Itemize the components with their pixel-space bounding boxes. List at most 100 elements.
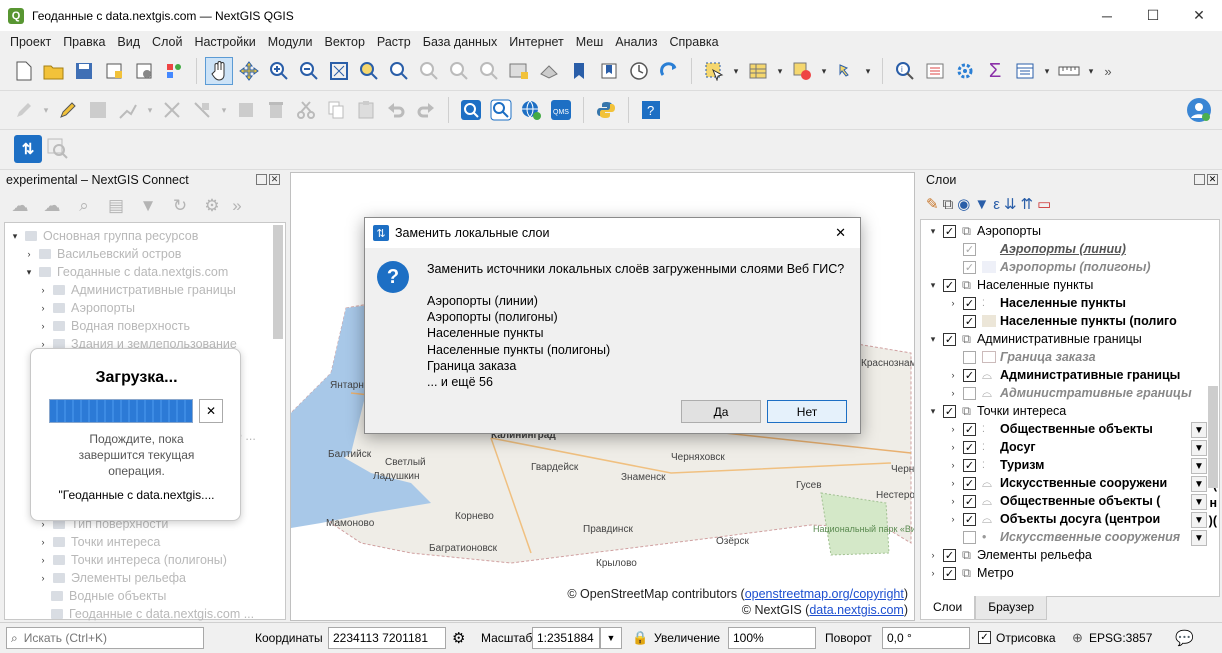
filter-legend-icon[interactable]: ▼: [974, 196, 989, 213]
minimize-button[interactable]: ─: [1084, 0, 1130, 31]
import-icon[interactable]: ☁: [6, 192, 34, 220]
layer-item[interactable]: › ✓ ⌓ Общественные объекты (: [947, 492, 1161, 510]
temporal-controller-icon[interactable]: [625, 57, 653, 85]
tree-item[interactable]: › Точки интереса: [37, 533, 161, 551]
layer-item[interactable]: › ✓ ⁚ Досуг: [947, 438, 1036, 456]
menu-analysis[interactable]: Анализ: [609, 35, 663, 49]
tab-browser[interactable]: Браузер: [975, 596, 1047, 620]
undo-icon[interactable]: [382, 96, 410, 124]
zoom-out-icon[interactable]: [295, 57, 323, 85]
select-dropdown-icon[interactable]: ▾: [730, 57, 742, 85]
tree-item[interactable]: › Элементы рельефа: [37, 569, 186, 587]
layer-item[interactable]: › ✓ ⌓ Административные границы: [947, 366, 1181, 384]
expression-filter-icon[interactable]: ε: [993, 196, 1000, 213]
layer-item[interactable]: ✓ Аэропорты (полигоны): [947, 258, 1151, 276]
zoom-native-icon[interactable]: [415, 57, 443, 85]
close-panel-icon[interactable]: ✕: [269, 174, 280, 185]
measure-dropdown-icon[interactable]: ▾: [1085, 57, 1097, 85]
menu-layer[interactable]: Слой: [146, 35, 188, 49]
filter-indicator-icon[interactable]: ▼: [1191, 512, 1207, 528]
maximize-button[interactable]: ☐: [1130, 0, 1176, 31]
no-button[interactable]: Нет: [767, 400, 847, 423]
layers-scrollbar[interactable]: [1208, 386, 1218, 488]
tree-item[interactable]: › Точки интереса (полигоны): [37, 551, 227, 569]
tree-item[interactable]: Водные объекты: [51, 587, 166, 605]
attribute-table-icon[interactable]: [744, 57, 772, 85]
digitize-dropdown-icon[interactable]: ▾: [144, 96, 156, 124]
user-account-icon[interactable]: [1186, 97, 1212, 126]
layer-group[interactable]: ▾ ✓ ⧉ Аэропорты: [927, 222, 1041, 240]
coords-toggle-icon[interactable]: ⚙: [452, 629, 465, 647]
sync-search-icon[interactable]: [44, 135, 72, 163]
attribute-dropdown-icon[interactable]: ▾: [774, 57, 786, 85]
scale-field[interactable]: 1:2351884: [532, 627, 600, 649]
tab-layers[interactable]: Слои: [920, 596, 976, 620]
close-layers-icon[interactable]: ✕: [1207, 174, 1218, 185]
zoom-last-icon[interactable]: [445, 57, 473, 85]
zoom-full-icon[interactable]: [325, 57, 353, 85]
magnifier-field[interactable]: 100%: [728, 627, 816, 649]
new-3d-view-icon[interactable]: [535, 57, 563, 85]
menu-view[interactable]: Вид: [111, 35, 146, 49]
add-group-icon[interactable]: ⧉: [943, 196, 954, 213]
yes-button[interactable]: Да: [681, 400, 761, 423]
menu-project[interactable]: Проект: [4, 35, 57, 49]
show-bookmarks-icon[interactable]: [595, 57, 623, 85]
menu-mesh[interactable]: Меш: [570, 35, 610, 49]
messages-icon[interactable]: 💬: [1175, 629, 1194, 647]
loading-cancel-button[interactable]: ✕: [199, 399, 223, 423]
menu-settings[interactable]: Настройки: [188, 35, 261, 49]
style-panel-icon[interactable]: ✎: [926, 195, 939, 213]
tree-item[interactable]: › Административные границы: [37, 281, 236, 299]
toggle-editing-icon[interactable]: [54, 96, 82, 124]
measure-line-icon[interactable]: [1055, 57, 1083, 85]
tree-item[interactable]: Геоданные с data.nextgis.com ...: [51, 605, 254, 623]
scale-dropdown-icon[interactable]: ▼: [600, 627, 622, 649]
zoom-in-icon[interactable]: [265, 57, 293, 85]
layer-group[interactable]: › ✓ ⧉ Метро: [927, 564, 1014, 582]
layer-item[interactable]: • Искусственные сооружения: [947, 528, 1180, 546]
toolbar-overflow-icon[interactable]: »: [1099, 57, 1117, 85]
export-icon[interactable]: ☁: [38, 192, 66, 220]
crs-label[interactable]: EPSG:3857: [1089, 631, 1152, 645]
layer-item[interactable]: › ✓ ⁚ Туризм: [947, 456, 1045, 474]
dialog-close-button[interactable]: ✕: [835, 225, 846, 241]
connect-overflow-icon[interactable]: »: [230, 192, 244, 220]
select-features-icon[interactable]: [700, 57, 728, 85]
expand-all-icon[interactable]: ⇊: [1004, 195, 1017, 213]
coords-field[interactable]: 2234113 7201181: [328, 627, 446, 649]
osm-copyright-link[interactable]: openstreetmap.org/copyright: [745, 587, 904, 601]
nextgis-link[interactable]: data.nextgis.com: [809, 603, 904, 617]
rotation-field[interactable]: 0,0 °: [882, 627, 970, 649]
tree-item[interactable]: › Васильевский остров: [23, 245, 182, 263]
deselect-dropdown-icon[interactable]: ▾: [818, 57, 830, 85]
pan-map-icon[interactable]: [205, 57, 233, 85]
tree-item[interactable]: › Водная поверхность: [37, 317, 190, 335]
modify-dropdown-icon[interactable]: ▾: [218, 96, 230, 124]
redo-icon[interactable]: [412, 96, 440, 124]
layer-item[interactable]: › ⌓ Административные границы: [947, 384, 1192, 402]
menu-database[interactable]: База данных: [417, 35, 503, 49]
layer-item[interactable]: ✓ Аэропорты (линии): [947, 240, 1126, 258]
menu-raster[interactable]: Растр: [371, 35, 417, 49]
filter-indicator-icon[interactable]: ▼: [1191, 494, 1207, 510]
tree-item[interactable]: ▾ Основная группа ресурсов: [9, 227, 199, 245]
tree-item[interactable]: › Аэропорты: [37, 299, 136, 317]
layer-group[interactable]: › ✓ ⧉ Элементы рельефа: [927, 546, 1092, 564]
filter-indicator-icon[interactable]: ▼: [1191, 476, 1207, 492]
help-icon[interactable]: ?: [637, 96, 665, 124]
connect-search-icon[interactable]: ⌕: [70, 192, 98, 220]
paste-features-icon[interactable]: [352, 96, 380, 124]
zoom-next-icon[interactable]: [475, 57, 503, 85]
filter-indicator-icon[interactable]: ▼: [1191, 422, 1207, 438]
close-window-button[interactable]: ✕: [1176, 0, 1222, 31]
sync-arrows-icon[interactable]: ⇅: [14, 135, 42, 163]
tree-scrollbar[interactable]: [273, 225, 283, 339]
qms-icon[interactable]: QMS: [547, 96, 575, 124]
modify-attributes-icon[interactable]: [188, 96, 216, 124]
filter-indicator-icon[interactable]: ▼: [1191, 440, 1207, 456]
filter-indicator-icon[interactable]: ▼: [1191, 530, 1207, 546]
locator-search[interactable]: ⌕ Искать (Ctrl+K): [6, 627, 204, 649]
refresh-icon[interactable]: [655, 57, 683, 85]
filter-icon[interactable]: ▼: [134, 192, 162, 220]
